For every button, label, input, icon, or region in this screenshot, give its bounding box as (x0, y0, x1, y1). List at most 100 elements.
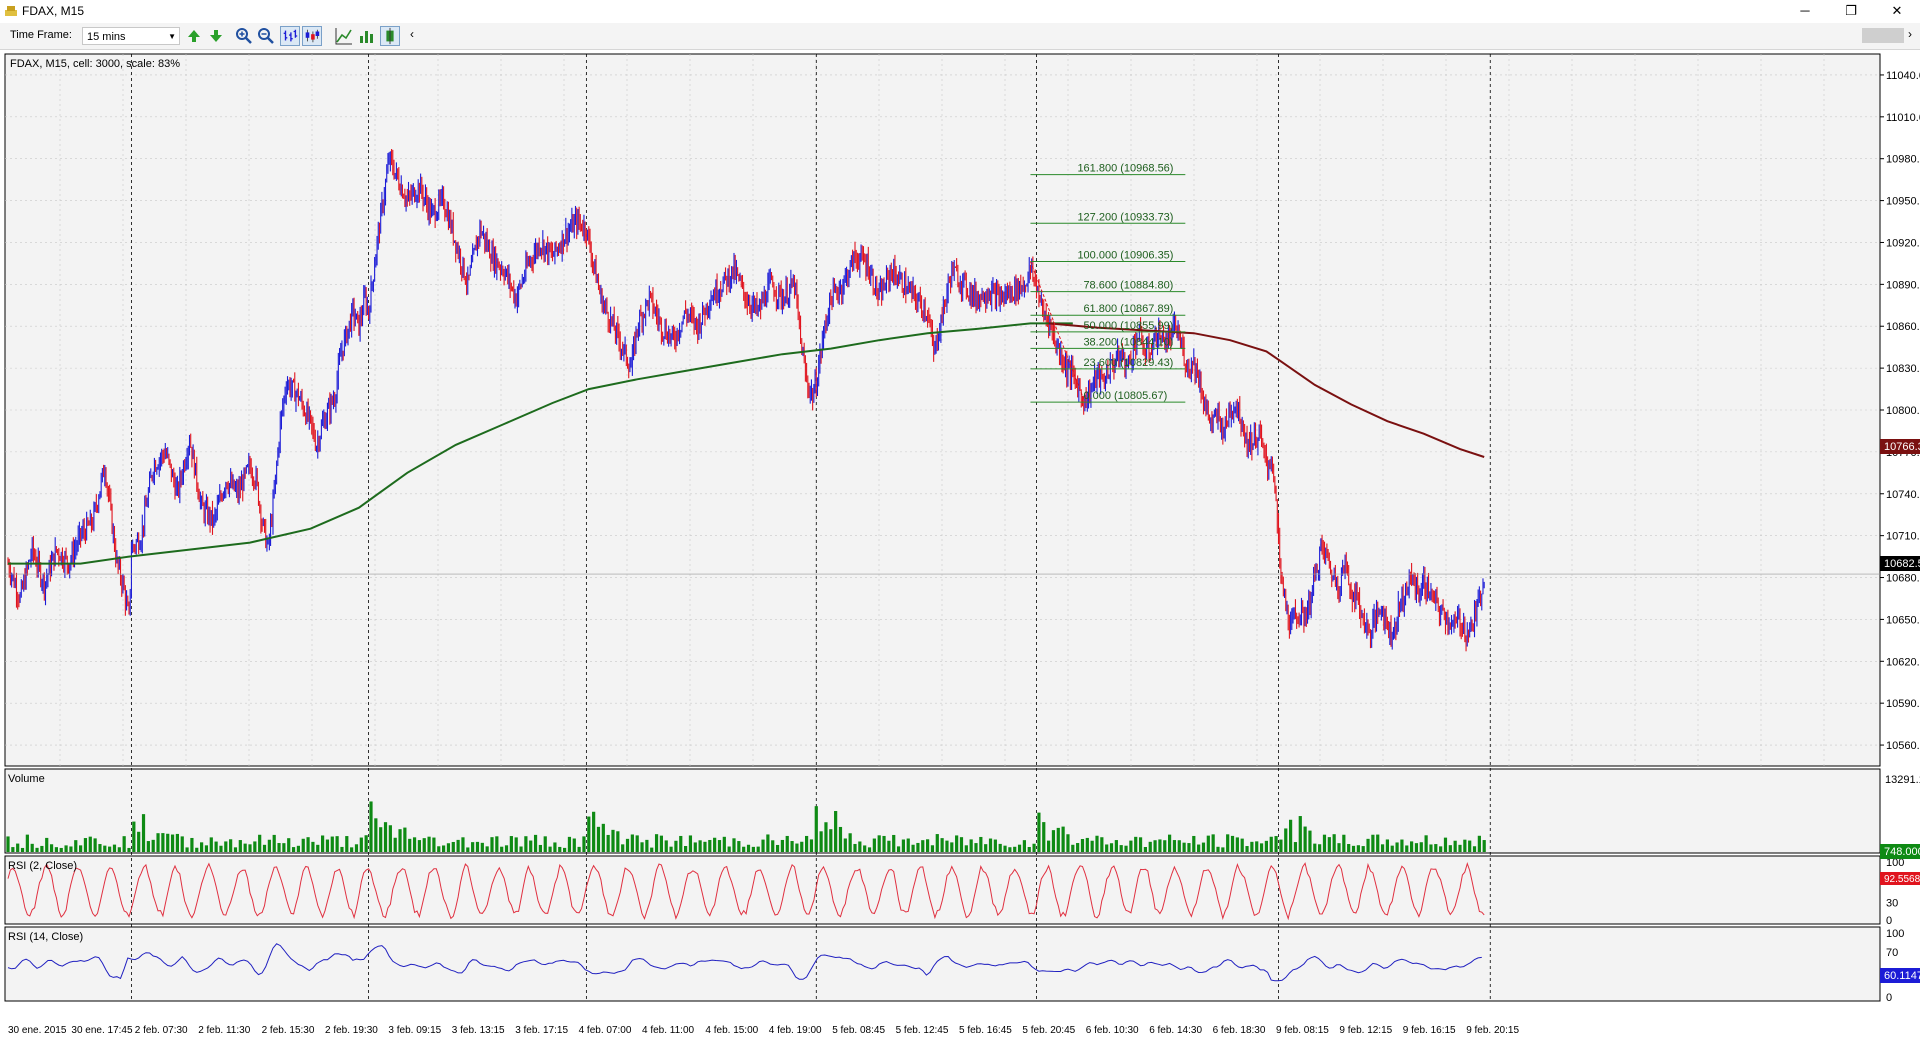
volume-bar (146, 841, 150, 852)
timeframe-select[interactable]: 15 mins ▼ (82, 27, 180, 45)
volume-bar (209, 837, 213, 852)
volume-bar (693, 842, 697, 852)
arrow-up-icon[interactable] (184, 26, 204, 46)
x-tick-label: 4 feb. 19:00 (769, 1025, 822, 1036)
volume-bar (325, 839, 330, 852)
volume-bar (901, 839, 905, 852)
volume-bar (504, 845, 509, 852)
volume-bar (69, 846, 73, 852)
volume-bar (93, 838, 97, 852)
volume-bar (1037, 812, 1041, 852)
volume-bar (674, 840, 678, 852)
crosshair-icon[interactable] (380, 26, 400, 46)
volume-bar (872, 838, 876, 852)
volume-bar (1211, 834, 1215, 852)
volume-bar (1080, 839, 1085, 852)
volume-bar (64, 845, 68, 852)
x-tick-label: 5 feb. 12:45 (896, 1025, 949, 1036)
volume-bar (805, 835, 809, 852)
rsi-tick-label: 0 (1886, 992, 1892, 1004)
volume-bar (306, 837, 310, 852)
volume-bar (630, 834, 634, 852)
volume-bar (1482, 840, 1486, 852)
volume-bar (335, 836, 339, 852)
volume-bar (1472, 846, 1477, 852)
rsi-tick-label: 70 (1886, 947, 1898, 959)
volume-bar (838, 826, 843, 852)
volume-bar (301, 838, 305, 852)
scrollbar-thumb[interactable] (1862, 28, 1904, 43)
volume-bar (737, 841, 741, 852)
volume-bar (262, 844, 267, 852)
volume-bar (108, 846, 112, 852)
restore-button[interactable]: ❐ (1828, 0, 1874, 22)
y-tick-label: 11010.00 (1886, 112, 1920, 124)
fib-label: 127.200 (10933.73) (1077, 211, 1173, 223)
volume-bar (703, 841, 707, 852)
zoom-in-icon[interactable] (234, 26, 254, 46)
volume-bar (49, 844, 54, 852)
scroll-left-button[interactable]: ‹ (410, 27, 414, 41)
volume-bar (1385, 839, 1389, 852)
volume-bar (248, 844, 252, 852)
volume-bar (1361, 846, 1365, 852)
volume-bar (74, 840, 78, 852)
volume-bar (979, 836, 983, 852)
volume-bar (645, 839, 649, 852)
volume-bar (1013, 846, 1017, 852)
volume-bar (1042, 822, 1046, 852)
arrow-down-icon[interactable] (206, 26, 226, 46)
volume-bar (654, 834, 659, 852)
volume-bar (1342, 834, 1346, 852)
volume-bar (403, 827, 407, 852)
volume-bar (848, 833, 852, 852)
volume-bar (592, 811, 596, 852)
x-tick-label: 2 feb. 19:30 (325, 1025, 378, 1036)
volume-bar (548, 846, 552, 852)
volume-bar (1172, 840, 1177, 852)
volume-bar (824, 822, 828, 852)
candle-chart-icon[interactable] (302, 26, 322, 46)
volume-bar (456, 839, 460, 852)
volume-bar (112, 844, 117, 852)
volume-bar (572, 838, 576, 852)
volume-bar (877, 835, 881, 852)
scroll-right-button[interactable]: › (1908, 27, 1912, 41)
volume-bar (543, 836, 547, 852)
volume-bar (1448, 845, 1452, 852)
volume-bar (1100, 837, 1104, 852)
x-tick-label: 6 feb. 18:30 (1213, 1025, 1266, 1036)
ma-badge: 10766.36 (1884, 441, 1920, 453)
volume-bar (253, 841, 257, 852)
chart-area[interactable]: 161.800 (10968.56) 127.200 (10933.73) 100.… (0, 50, 1920, 1040)
chart-header: FDAX, M15, cell: 3000, scale: 83% (10, 58, 180, 70)
volume-bar (713, 837, 717, 852)
timeframe-value: 15 mins (87, 31, 126, 43)
volume-bar (272, 834, 276, 852)
volume-bar (1332, 834, 1336, 852)
y-tick-label: 10860.00 (1886, 321, 1920, 333)
volume-bar (926, 839, 930, 852)
volume-bar (1313, 843, 1317, 852)
volume-bar (1138, 837, 1143, 852)
volume-bar (20, 847, 25, 852)
volume-bar (79, 845, 83, 852)
volume-bar (54, 847, 58, 852)
close-button[interactable]: ✕ (1874, 0, 1920, 22)
volume-bar (911, 844, 915, 852)
bar-chart-icon[interactable] (280, 26, 300, 46)
volume-bar (616, 831, 620, 852)
volume-bar (887, 840, 891, 852)
zoom-out-icon[interactable] (256, 26, 276, 46)
volume-bar (287, 838, 291, 852)
minimize-button[interactable]: ─ (1782, 0, 1828, 22)
line-chart-icon[interactable] (334, 26, 354, 46)
volume-bar (83, 838, 88, 852)
volume-bar (277, 843, 281, 852)
volume-bar (103, 845, 107, 852)
volume-bar (577, 846, 581, 852)
volume-bar (25, 834, 29, 852)
volume-bar (955, 835, 959, 852)
volume-bar (446, 843, 451, 852)
volume-icon[interactable] (356, 26, 376, 46)
